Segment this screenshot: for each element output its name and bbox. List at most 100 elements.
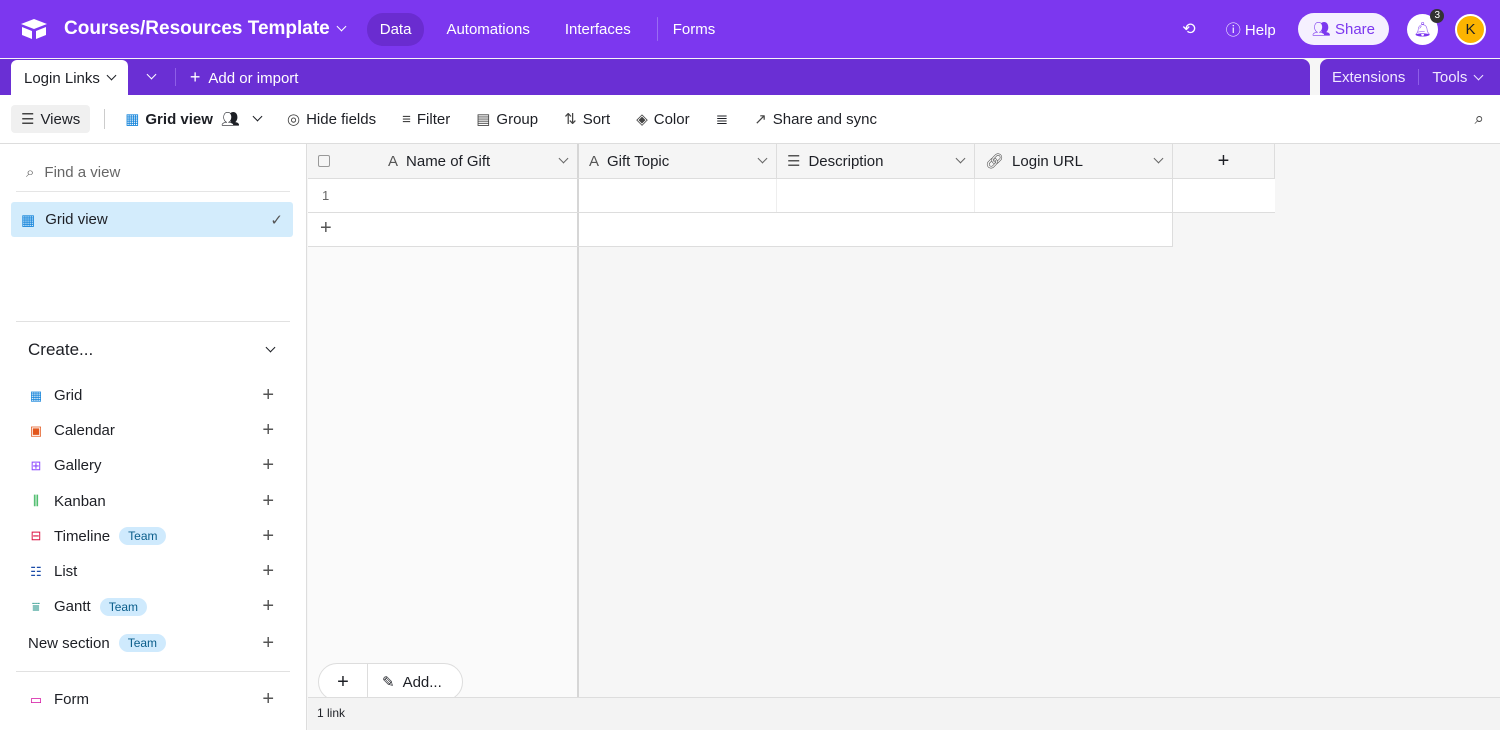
table-row[interactable]: 1: [308, 179, 1275, 213]
plus-icon: +: [262, 489, 274, 512]
nav-interfaces[interactable]: Interfaces: [552, 13, 644, 46]
history-icon[interactable]: ⟲: [1182, 19, 1195, 39]
chevron-down-icon[interactable]: [106, 70, 117, 80]
column-header-name-of-gift[interactable]: A Name of Gift: [308, 144, 579, 178]
plus-icon: +: [262, 631, 274, 654]
extensions-button[interactable]: Extensions: [1332, 69, 1405, 86]
bell-icon: 🔔︎: [1413, 20, 1432, 37]
help-button[interactable]: ⓘ Help: [1226, 19, 1276, 40]
create-grid[interactable]: ▦ Grid +: [16, 378, 290, 413]
grid-icon: ▦: [29, 387, 43, 403]
cell[interactable]: [975, 179, 1173, 212]
add-record-button[interactable]: + ✎ Add...: [318, 663, 463, 701]
chevron-down-icon[interactable]: [1153, 153, 1164, 163]
gallery-icon: ⊞: [30, 457, 42, 473]
avatar[interactable]: K: [1455, 13, 1486, 45]
chevron-down-icon[interactable]: [757, 153, 768, 163]
column-header-gift-topic[interactable]: A Gift Topic: [579, 144, 777, 178]
hide-fields-button[interactable]: ◎ Hide fields: [286, 110, 376, 129]
plus-icon[interactable]: +: [319, 664, 368, 700]
column-header-login-url[interactable]: 🔗︎ Login URL: [975, 144, 1173, 178]
share-button[interactable]: 👥︎ Share: [1297, 13, 1389, 45]
plus-icon: +: [262, 524, 274, 547]
chevron-down-icon[interactable]: [336, 21, 347, 31]
sidebar-item-grid-view[interactable]: ▦ Grid view ✓: [11, 202, 293, 237]
plus-icon: +: [262, 454, 274, 477]
add-row[interactable]: +: [308, 213, 1173, 247]
column-header-description[interactable]: ☰ Description: [777, 144, 975, 178]
nav-forms[interactable]: Forms: [660, 13, 729, 46]
nav-data[interactable]: Data: [366, 12, 425, 46]
list-icon: ☷: [30, 563, 42, 579]
create-form[interactable]: ▭ Form +: [16, 682, 290, 717]
divider: [104, 109, 106, 129]
plus-icon: +: [262, 419, 274, 442]
views-sidebar: ⌕ Find a view ▦ Grid view ✓ Create... ▦ Grid…: [0, 144, 307, 730]
divider: [1418, 69, 1420, 85]
create-gantt[interactable]: ⩸ Gantt Team +: [16, 589, 290, 624]
chevron-down-icon: [252, 111, 263, 121]
tab-login-links[interactable]: Login Links: [11, 60, 128, 96]
calendar-icon: ▣: [29, 422, 43, 438]
search-icon: ⌕: [26, 164, 35, 181]
plus-icon: +: [262, 595, 274, 618]
grid-view-switcher[interactable]: ▦ Grid view 👥︎: [125, 110, 263, 128]
kanban-icon: ⫼: [33, 493, 39, 509]
sort-icon: ⇅: [564, 111, 577, 128]
plus-icon: +: [308, 213, 579, 246]
gantt-icon: ⩸: [32, 598, 40, 614]
base-logo-icon[interactable]: [20, 18, 48, 40]
cell[interactable]: [579, 179, 777, 212]
more-tables-chevron-icon[interactable]: [146, 69, 157, 79]
check-icon: ✓: [270, 211, 283, 229]
paint-bucket-icon: ◈: [636, 111, 648, 128]
grid-icon: ▦: [125, 111, 140, 128]
add-field-button[interactable]: +: [1173, 144, 1275, 178]
text-field-icon: A: [589, 152, 600, 170]
divider: [656, 17, 658, 41]
sort-button[interactable]: ⇅ Sort: [564, 110, 610, 129]
cell[interactable]: [777, 179, 975, 212]
nav-automations[interactable]: Automations: [433, 13, 542, 46]
create-section: Create... ▦ Grid + ▣ Calendar + ⊞ Gallery + ⫼ K…: [16, 321, 290, 662]
notifications-button[interactable]: 🔔︎ 3: [1407, 8, 1444, 45]
plus-icon: +: [1217, 149, 1230, 172]
color-button[interactable]: ◈ Color: [636, 110, 689, 129]
create-header[interactable]: Create...: [16, 322, 290, 378]
form-icon: ▭: [29, 691, 43, 707]
team-badge: Team: [118, 634, 167, 653]
row-height-button[interactable]: ≣: [716, 110, 729, 128]
timeline-icon: ⊟: [30, 528, 42, 544]
team-badge: Team: [99, 597, 148, 616]
group-button[interactable]: ▤ Group: [476, 110, 538, 129]
create-list[interactable]: ☷ List +: [16, 554, 290, 589]
base-title[interactable]: Courses/Resources Template: [64, 18, 330, 40]
create-timeline[interactable]: ⊟ Timeline Team +: [16, 519, 290, 554]
collaborators-icon: 👥︎: [220, 111, 240, 128]
team-badge: Team: [119, 527, 167, 546]
plus-icon: +: [262, 560, 274, 583]
chevron-down-icon[interactable]: [558, 153, 569, 163]
eye-off-icon: ◎: [286, 111, 301, 128]
tabbar-right: Extensions Tools: [1320, 59, 1500, 95]
share-and-sync-button[interactable]: ↗ Share and sync: [754, 110, 877, 129]
chevron-down-icon[interactable]: [955, 153, 966, 163]
people-icon: 👥︎: [1311, 21, 1331, 38]
search-icon[interactable]: ⌕: [1474, 109, 1484, 129]
long-text-icon: ☰: [787, 153, 801, 170]
top-bar: Courses/Resources Template Data Automati…: [0, 0, 1500, 58]
tools-button[interactable]: Tools: [1432, 69, 1484, 86]
filter-button[interactable]: ≡ Filter: [402, 111, 450, 128]
plus-icon: +: [189, 66, 201, 87]
create-gallery[interactable]: ⊞ Gallery +: [16, 448, 290, 483]
chevron-down-icon: [1473, 70, 1484, 80]
views-button[interactable]: ☰ Views: [11, 105, 91, 133]
find-view-input[interactable]: ⌕ Find a view: [16, 154, 290, 192]
add-or-import-button[interactable]: + Add or import: [190, 67, 299, 88]
create-new-section[interactable]: New section Team +: [16, 624, 290, 662]
create-calendar[interactable]: ▣ Calendar +: [16, 413, 290, 448]
create-kanban[interactable]: ⫼ Kanban +: [16, 484, 290, 519]
row-height-icon: ≣: [715, 111, 729, 128]
menu-icon: ☰: [21, 111, 35, 128]
row-select-checkbox[interactable]: [318, 155, 330, 167]
